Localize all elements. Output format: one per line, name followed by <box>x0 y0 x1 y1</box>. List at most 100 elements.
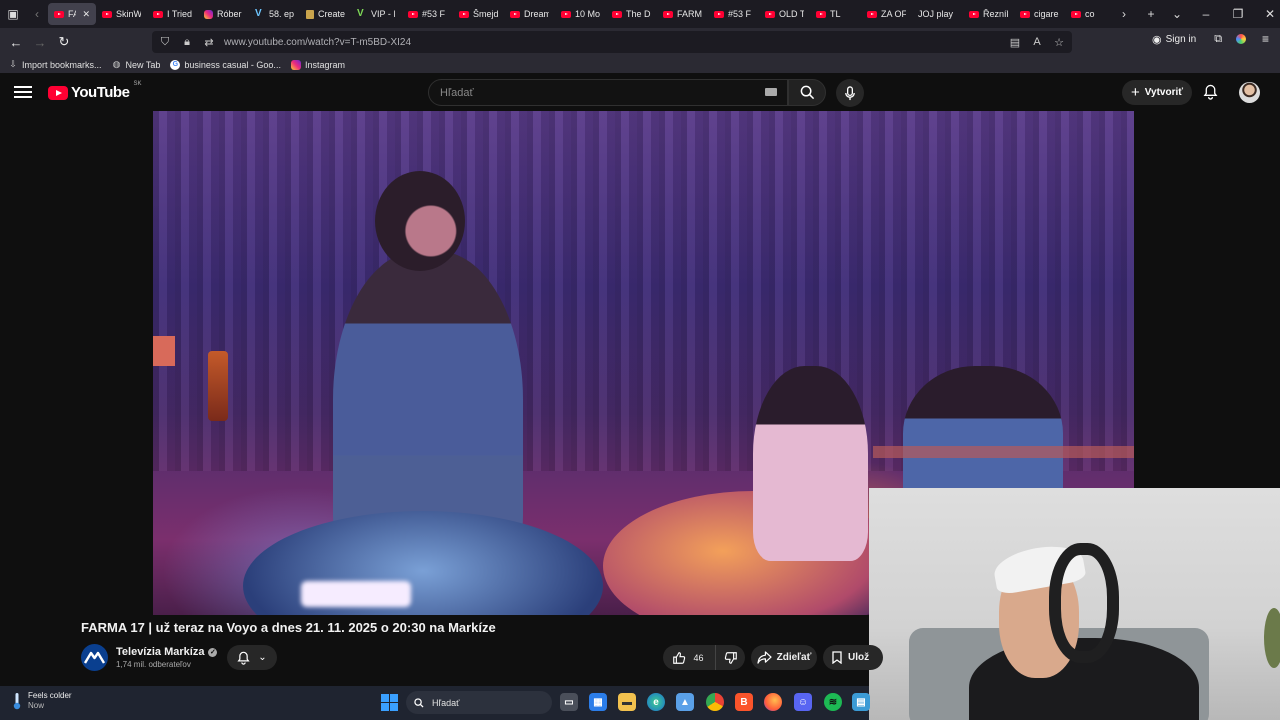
keyboard-icon[interactable] <box>765 88 777 96</box>
instagram-icon <box>290 59 301 70</box>
browser-tab[interactable]: The D <box>606 3 657 25</box>
browser-tab[interactable]: cigare <box>1014 3 1065 25</box>
browser-tab[interactable]: ZA OF <box>861 3 912 25</box>
voice-search-button[interactable] <box>836 79 864 107</box>
tabs-scroll-left-icon[interactable]: ‹ <box>26 3 48 25</box>
photos-icon[interactable]: ▲ <box>676 693 694 711</box>
account-icon: ◉ <box>1152 33 1162 46</box>
user-avatar[interactable] <box>1239 82 1260 103</box>
browser-tab[interactable]: Create <box>300 3 351 25</box>
tab-overview-icon[interactable]: ▣ <box>0 3 26 25</box>
browser-tab[interactable]: V 58. ep <box>249 3 300 25</box>
brave-icon[interactable]: B <box>735 693 753 711</box>
microsoft-store-icon[interactable]: ▦ <box>589 693 607 711</box>
menu-icon[interactable]: ≡ <box>1262 32 1269 46</box>
microphone-icon <box>845 85 855 100</box>
discord-icon[interactable]: ☺ <box>794 693 812 711</box>
save-button[interactable]: Ulož <box>823 645 883 670</box>
notifications-bell-icon[interactable] <box>1200 82 1220 102</box>
close-tab-icon[interactable]: ✕ <box>82 9 90 20</box>
browser-tab[interactable]: TL <box>810 3 861 25</box>
tab-title: FAR <box>68 9 77 19</box>
chrome-icon[interactable] <box>706 693 724 711</box>
browser-tab[interactable]: SkinW <box>96 3 147 25</box>
reload-icon[interactable]: ↻ <box>52 30 76 54</box>
create-button[interactable]: + Vytvoriť <box>1122 80 1192 105</box>
bookmark-import[interactable]: ⇩ Import bookmarks... <box>8 59 102 70</box>
tabs-scroll-right-icon[interactable]: › <box>1116 3 1132 25</box>
weather-widget[interactable]: Feels colder Now <box>12 691 72 711</box>
browser-tab[interactable]: V VIP - l <box>351 3 402 25</box>
webcam-overlay <box>869 488 1280 720</box>
taskbar-search-input[interactable]: Hľadať <box>406 691 552 714</box>
dislike-button[interactable] <box>715 645 745 670</box>
browser-tab[interactable]: I Tried <box>147 3 198 25</box>
bookmarks-bar: ⇩ Import bookmarks... ◍ New Tab G busine… <box>0 56 1280 73</box>
youtube-icon <box>561 10 571 18</box>
thumbs-up-icon <box>673 651 686 664</box>
bookmark-label: Import bookmarks... <box>22 59 102 70</box>
tab-title: #53 F <box>422 9 446 19</box>
video-frame-person-head <box>375 171 465 271</box>
browser-tab[interactable]: FARM <box>657 3 708 25</box>
address-bar[interactable]: ⛉ 🔒︎ ⇄ www.youtube.com/watch?v=T-m5BD-XI… <box>152 31 1072 53</box>
color-extension-icon[interactable] <box>1236 34 1247 44</box>
url-text[interactable]: www.youtube.com/watch?v=T-m5BD-XI24 <box>224 37 411 48</box>
browser-tab[interactable]: 10 Mo <box>555 3 606 25</box>
channel-avatar[interactable] <box>81 644 108 671</box>
notepad-icon[interactable]: ▤ <box>852 693 870 711</box>
lock-icon[interactable]: 🔒︎ <box>180 36 194 49</box>
browser-tab[interactable]: #53 F <box>708 3 759 25</box>
weather-subtitle: Now <box>28 701 45 710</box>
new-tab-icon[interactable]: + <box>1138 3 1164 25</box>
browser-tab[interactable]: Šmejd <box>453 3 504 25</box>
extensions-icon[interactable]: ⧉ <box>1214 33 1222 46</box>
bookmark-new-tab[interactable]: ◍ New Tab <box>112 59 161 70</box>
task-view-icon[interactable]: ▭ <box>560 693 578 711</box>
region-code: SK <box>133 81 142 87</box>
browser-tab[interactable]: OLD T <box>759 3 810 25</box>
spotify-icon[interactable]: ≋ <box>824 693 842 711</box>
shield-icon[interactable]: ⛉ <box>158 36 172 49</box>
sign-in-button[interactable]: ◉ Sign in ⧉ ≡ <box>1152 32 1269 46</box>
edge-icon[interactable]: e <box>647 693 665 711</box>
browser-tab[interactable]: FAR ✕ <box>48 3 96 25</box>
create-label: Vytvoriť <box>1144 87 1184 98</box>
youtube-icon <box>153 10 163 18</box>
bookmark-star-icon[interactable]: ☆ <box>1052 36 1066 49</box>
browser-tab[interactable]: Róber <box>198 3 249 25</box>
youtube-icon <box>1020 10 1030 18</box>
windows-start-icon[interactable] <box>381 694 398 711</box>
video-frame-car-light <box>301 581 411 607</box>
video-frame-sign <box>153 336 175 366</box>
hamburger-menu-icon[interactable] <box>14 83 32 101</box>
browser-tab[interactable]: Řezník <box>963 3 1014 25</box>
window-close-icon[interactable]: ✕ <box>1254 3 1280 25</box>
share-button[interactable]: Zdieľať <box>751 645 817 670</box>
browser-tab[interactable]: Dream <box>504 3 555 25</box>
browser-tab[interactable]: co <box>1065 3 1116 25</box>
search-input[interactable]: Hľadať <box>428 79 788 106</box>
translate-icon[interactable]: A <box>1030 36 1044 48</box>
file-explorer-icon[interactable]: ▬ <box>618 693 636 711</box>
forward-arrow-icon[interactable]: → <box>28 30 52 54</box>
window-minimize-icon[interactable]: – <box>1190 3 1222 25</box>
subscription-bell-button[interactable]: ⌄ <box>227 645 277 670</box>
firefox-icon[interactable] <box>764 693 782 711</box>
youtube-logo[interactable]: YouTube SK <box>48 81 142 101</box>
search-button[interactable] <box>788 79 826 106</box>
weather-title: Feels colder <box>28 691 72 700</box>
browser-tab[interactable]: JOJ play <box>912 3 963 25</box>
channel-name[interactable]: Televízia Markíza ✓ <box>116 646 218 658</box>
reader-view-icon[interactable]: ▤ <box>1008 36 1022 49</box>
window-restore-icon[interactable]: ❐ <box>1222 3 1254 25</box>
search-icon <box>800 85 814 100</box>
tab-list-dropdown-icon[interactable]: ⌄ <box>1164 3 1190 25</box>
like-button[interactable]: 46 <box>663 645 713 670</box>
browser-tab[interactable]: #53 F <box>402 3 453 25</box>
youtube-icon <box>408 10 418 18</box>
back-arrow-icon[interactable]: ← <box>4 30 28 54</box>
permissions-icon[interactable]: ⇄ <box>202 36 216 49</box>
bookmark-instagram[interactable]: Instagram <box>290 59 345 70</box>
bookmark-business-casual[interactable]: G business casual - Goo... <box>170 59 281 70</box>
